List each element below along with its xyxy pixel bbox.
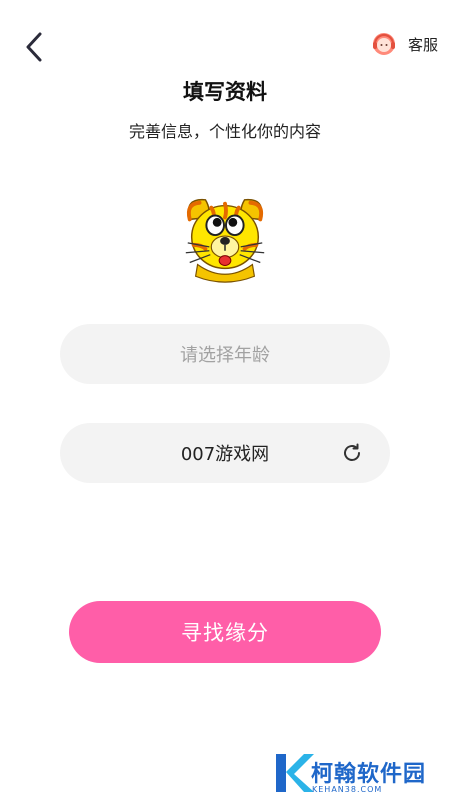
customer-service-icon: [372, 33, 395, 55]
age-select[interactable]: 请选择年龄: [60, 324, 390, 384]
watermark-domain: KEHAN38.COM: [312, 785, 383, 794]
back-icon[interactable]: [22, 30, 50, 64]
customer-service-label: 客服: [407, 35, 438, 54]
nickname-field[interactable]: 007游戏网: [60, 423, 390, 483]
refresh-icon[interactable]: [340, 441, 364, 465]
nickname-value: 007游戏网: [180, 444, 270, 465]
age-select-placeholder: 请选择年龄: [180, 345, 270, 366]
page-title: 填写资料: [183, 80, 267, 104]
cat-avatar-icon[interactable]: [176, 190, 274, 288]
watermark-title: 柯翰软件园: [311, 762, 427, 787]
page-subtitle: 完善信息，个性化你的内容: [128, 122, 321, 141]
find-match-button[interactable]: 寻找缘分: [69, 601, 381, 663]
customer-service-button[interactable]: 客服: [370, 30, 438, 58]
